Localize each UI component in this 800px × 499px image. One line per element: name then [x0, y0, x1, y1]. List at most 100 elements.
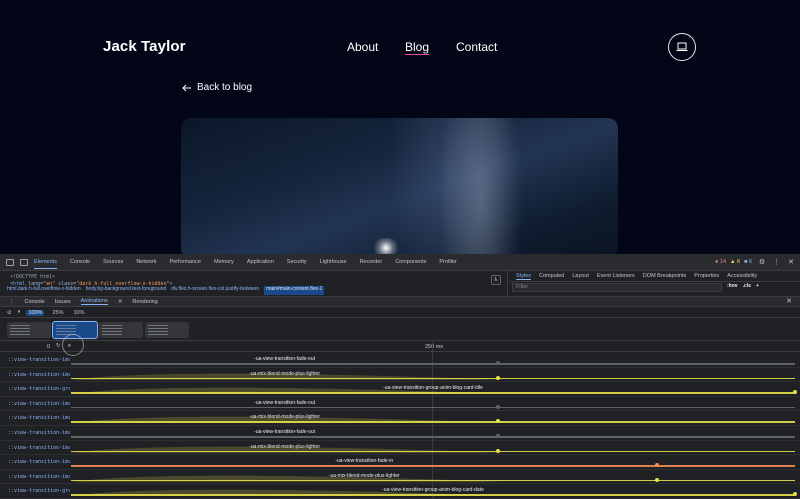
animation-selector[interactable]: ::view-transition-image-pair(anim-blog-c…: [8, 357, 70, 363]
animation-group-thumb[interactable]: [7, 322, 51, 338]
animation-groups: [0, 319, 800, 341]
drawer-tab-animations[interactable]: Animations: [80, 298, 108, 305]
tab-computed[interactable]: Computed: [539, 273, 564, 279]
animation-track[interactable]: [71, 406, 795, 409]
timeline-header: 0 ↻ ⏸ 250 ms: [0, 342, 800, 352]
drawer-menu-icon[interactable]: ⋮: [9, 299, 15, 305]
speed-25[interactable]: 25%: [50, 310, 65, 316]
warning-count: ▲ 6: [730, 259, 741, 265]
dom-doctype-line[interactable]: <!DOCTYPE html>: [10, 274, 55, 280]
back-to-blog-link[interactable]: Back to blog: [182, 82, 252, 93]
animation-track[interactable]: [71, 450, 795, 453]
tab-performance[interactable]: Performance: [169, 259, 201, 265]
laptop-icon: [676, 42, 688, 51]
tab-layout[interactable]: Layout: [572, 273, 589, 279]
replay-icon[interactable]: ↻: [56, 343, 61, 349]
tab-event-listeners[interactable]: Event Listeners: [597, 273, 635, 279]
animation-track[interactable]: [71, 363, 795, 365]
animation-track[interactable]: [71, 392, 795, 394]
animation-row[interactable]: ::view-transition-image-pair(anim-blog-c…: [0, 353, 800, 368]
new-style-rule-icon[interactable]: +: [756, 283, 759, 289]
animation-track[interactable]: [71, 494, 795, 496]
arrow-left-icon: [182, 84, 191, 91]
animation-track[interactable]: [71, 421, 795, 423]
animation-row[interactable]: ::view-transition-image-pair(root) -ua-vi…: [0, 426, 800, 441]
breadcrumb-item-selected[interactable]: main#main-content.flex-1: [264, 286, 325, 295]
animation-selector[interactable]: ::view-transition-group(anim-blog-card-d…: [8, 488, 70, 494]
tab-profiler[interactable]: Profiler: [439, 259, 456, 265]
speed-100[interactable]: 100%: [26, 309, 45, 316]
tab-recorder[interactable]: Recorder: [360, 259, 383, 265]
tab-dom-breakpoints[interactable]: DOM Breakpoints: [643, 273, 686, 279]
speed-10[interactable]: 10%: [71, 310, 86, 316]
breadcrumb: html.dark.h-full.overflow-x-hidden body.…: [0, 286, 508, 295]
drawer-tab-console[interactable]: Console: [25, 299, 45, 305]
breadcrumb-item[interactable]: html.dark.h-full.overflow-x-hidden: [7, 286, 81, 295]
animation-keyframe-dot[interactable]: [496, 375, 501, 380]
drawer-tab-rendering[interactable]: Rendering: [132, 299, 157, 305]
animation-selector[interactable]: ::view-transition-image-pair(anim-blog-c…: [8, 372, 70, 378]
more-options-icon[interactable]: ⋮: [773, 258, 780, 266]
animation-row[interactable]: ::view-transition-image-pair(anim-blog-c…: [0, 397, 800, 412]
animation-selector[interactable]: ::view-transition-image-pair(root): [8, 459, 70, 465]
tab-properties[interactable]: Properties: [694, 273, 719, 279]
website-viewport: Jack Taylor About Blog Contact Back to b…: [0, 0, 800, 258]
animation-keyframe-dot[interactable]: [793, 390, 797, 395]
animation-group-thumb[interactable]: [99, 322, 143, 338]
tab-console[interactable]: Console: [70, 259, 90, 265]
animation-selector[interactable]: ::view-transition-image-pair(anim-blog-c…: [8, 474, 70, 480]
theme-toggle-button[interactable]: [668, 33, 696, 61]
tab-network[interactable]: Network: [136, 259, 156, 265]
site-brand[interactable]: Jack Taylor: [103, 38, 186, 55]
styles-filter-input[interactable]: Filter: [512, 283, 722, 292]
animation-track[interactable]: [71, 465, 795, 467]
drawer-tab-issues[interactable]: Issues: [55, 299, 71, 305]
animation-row[interactable]: ::view-transition-image-pair(root) -ua-vi…: [0, 455, 800, 470]
close-devtools-icon[interactable]: ✕: [788, 258, 794, 266]
animation-keyframe-dot[interactable]: [496, 404, 501, 409]
animation-track[interactable]: [71, 479, 795, 482]
animation-selector[interactable]: ::view-transition-group(anim-blog-card-t…: [8, 386, 70, 392]
animation-row[interactable]: ::view-transition-image-pair(anim-blog-c…: [0, 368, 800, 383]
animation-row[interactable]: ::view-transition-group(anim-blog-card-d…: [0, 484, 800, 499]
hov-toggle[interactable]: :hov: [727, 283, 738, 289]
nav-about[interactable]: About: [347, 40, 378, 54]
settings-gear-icon[interactable]: ⚙: [759, 258, 765, 266]
console-counts[interactable]: ● 14 ▲ 6 ■ 6: [715, 259, 752, 265]
animation-selector[interactable]: ::view-transition-image-pair(root): [8, 430, 70, 436]
animation-track[interactable]: [71, 436, 795, 438]
animation-selector[interactable]: ::view-transition-image-pair(anim-blog-c…: [8, 415, 70, 421]
device-toolbar-icon[interactable]: [20, 258, 28, 266]
tab-elements[interactable]: Elements: [34, 259, 57, 269]
animation-keyframe-dot[interactable]: [793, 492, 797, 497]
back-link-label: Back to blog: [197, 82, 253, 93]
tab-application[interactable]: Application: [247, 259, 274, 265]
accessibility-tree-button[interactable]: ♿: [491, 275, 501, 285]
cls-toggle[interactable]: .cls: [743, 283, 751, 289]
tab-memory[interactable]: Memory: [214, 259, 234, 265]
nav-contact[interactable]: Contact: [456, 40, 497, 54]
animation-group-thumb[interactable]: [145, 322, 189, 338]
animation-row[interactable]: ::view-transition-image-pair(anim-blog-c…: [0, 470, 800, 485]
breadcrumb-item[interactable]: body.bg-background.text-foreground: [86, 286, 167, 295]
animation-selector[interactable]: ::view-transition-image-pair(root): [8, 445, 70, 451]
nav-blog[interactable]: Blog: [405, 40, 429, 54]
tab-accessibility[interactable]: Accessibility: [727, 273, 757, 279]
tab-sources[interactable]: Sources: [103, 259, 123, 265]
animation-row[interactable]: ::view-transition-image-pair(anim-blog-c…: [0, 411, 800, 426]
animation-track[interactable]: [71, 377, 795, 380]
tab-lighthouse[interactable]: Lighthouse: [320, 259, 347, 265]
animation-selector[interactable]: ::view-transition-image-pair(anim-blog-c…: [8, 401, 70, 407]
tab-components[interactable]: Components: [395, 259, 426, 265]
drawer-tab-close-icon[interactable]: ✕: [118, 299, 123, 305]
tab-security[interactable]: Security: [287, 259, 307, 265]
breadcrumb-item[interactable]: div.flex.h-screen.flex-col.justify-betwe…: [171, 286, 259, 295]
close-drawer-icon[interactable]: ✕: [786, 297, 792, 305]
animation-keyframe-dot[interactable]: [496, 448, 501, 453]
inspect-element-icon[interactable]: [6, 258, 14, 266]
animation-row[interactable]: ::view-transition-image-pair(root) -ua-mi…: [0, 441, 800, 456]
animation-row[interactable]: ::view-transition-group(anim-blog-card-t…: [0, 382, 800, 397]
clear-all-icon[interactable]: ⊘: [7, 310, 12, 316]
tab-styles[interactable]: Styles: [516, 273, 531, 280]
pause-all-icon[interactable]: ⏸: [18, 309, 21, 316]
